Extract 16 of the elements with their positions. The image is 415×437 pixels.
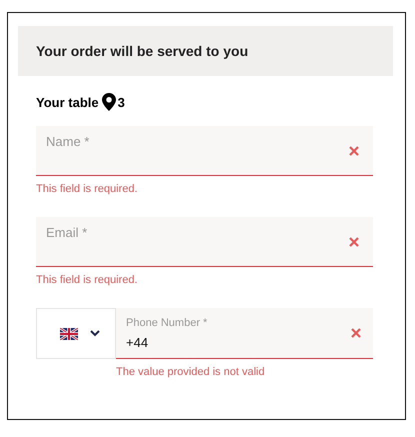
error-x-icon xyxy=(349,146,359,156)
country-selector[interactable] xyxy=(36,308,116,359)
error-message: The value provided is not valid xyxy=(116,366,266,378)
table-label: Your table xyxy=(36,94,99,110)
error-message: This field is required. xyxy=(36,274,138,286)
chevron-down-icon xyxy=(90,330,100,337)
input-field[interactable]: Email * xyxy=(36,217,373,267)
input-field[interactable]: Name * xyxy=(36,126,373,176)
error-x-icon xyxy=(349,237,359,247)
uk-flag-icon xyxy=(60,328,78,340)
error-message: This field is required. xyxy=(36,183,138,195)
header-title: Your order will be served to you xyxy=(36,43,248,59)
location-pin-icon xyxy=(102,93,116,111)
phone-field[interactable]: Phone Number * +44 xyxy=(116,308,373,359)
table-number: 3 xyxy=(118,94,125,110)
error-x-icon xyxy=(351,328,361,338)
